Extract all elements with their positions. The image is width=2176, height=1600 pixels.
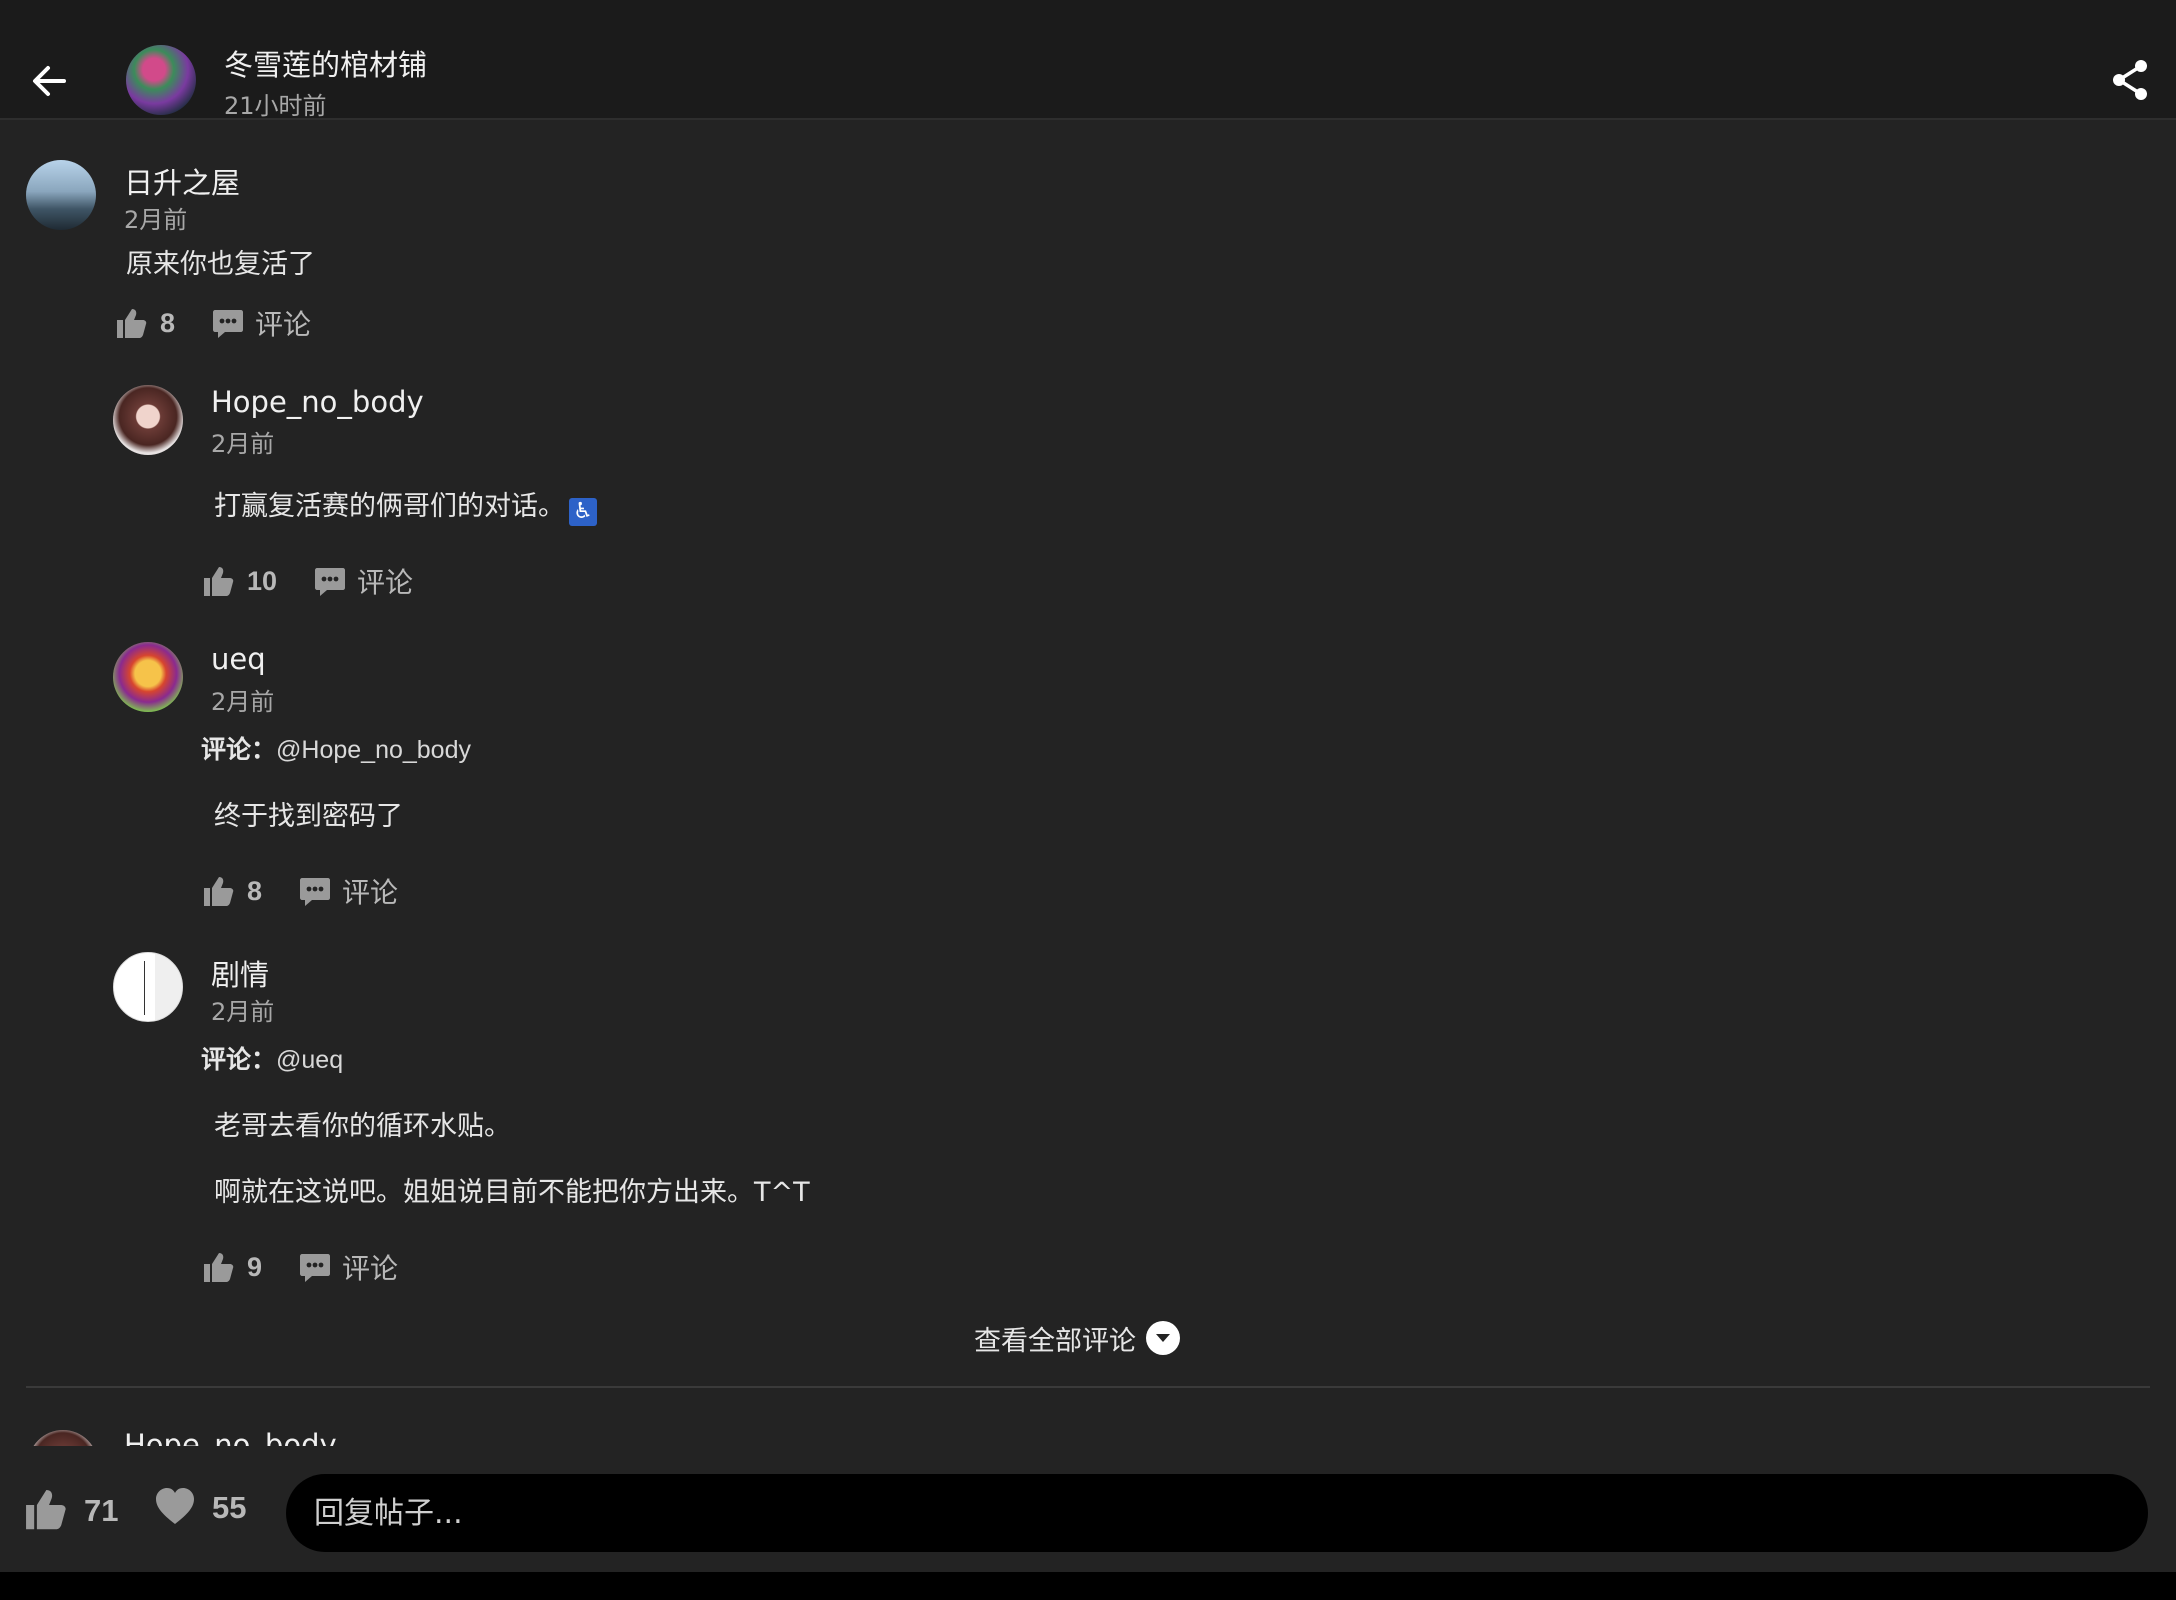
comment-bubble-icon — [313, 564, 347, 598]
reply-text: 打赢复活赛的俩哥们的对话。 ♿ — [214, 484, 597, 526]
post-author-name[interactable]: 冬雪莲的棺材铺 — [224, 42, 427, 84]
bottom-action-bar: 71 55 — [0, 1446, 2176, 1572]
like-count: 9 — [247, 1251, 263, 1282]
commenter-avatar[interactable] — [26, 160, 96, 230]
comment-label: 评论 — [342, 876, 399, 909]
reply-time: 2月前 — [211, 688, 275, 716]
like-button[interactable]: 8 — [114, 306, 175, 340]
reply-target-link[interactable]: @Hope_no_body — [276, 736, 471, 764]
comment-label: 评论 — [357, 566, 414, 599]
view-all-label: 查看全部评论 — [974, 1325, 1136, 1357]
reply-author[interactable]: Hope_no_body — [211, 385, 424, 419]
share-icon[interactable] — [2110, 58, 2150, 102]
reply-actions: 9 评论 — [201, 1244, 398, 1290]
reply-text-line-1: 老哥去看你的循环水贴。 — [214, 1111, 511, 1142]
comment-divider — [26, 1386, 2150, 1388]
top-app-bar: 冬雪莲的棺材铺 21小时前 — [0, 0, 2176, 120]
heart-icon — [154, 1486, 196, 1530]
comment-bubble-icon — [298, 1250, 332, 1284]
reply-time: 2月前 — [211, 430, 275, 458]
view-all-comments-button[interactable]: 查看全部评论 — [974, 1318, 1180, 1358]
reply-target-link[interactable]: @ueq — [276, 1046, 343, 1074]
comment-text: 原来你也复活了 — [126, 249, 315, 280]
like-button[interactable]: 8 — [201, 874, 262, 908]
next-comment-author[interactable]: Hope_no_body — [124, 1428, 337, 1446]
reply-to-line: 评论：@ueq — [201, 1040, 343, 1076]
reply-time: 2月前 — [211, 998, 275, 1026]
post-like-button[interactable]: 71 — [22, 1486, 118, 1536]
reply-avatar[interactable] — [113, 385, 183, 455]
comment-bubble-icon — [298, 874, 332, 908]
reply-author[interactable]: ueq — [211, 642, 266, 676]
like-count: 8 — [160, 307, 176, 338]
thumbs-up-icon — [114, 306, 148, 340]
reply-text-line-2: 啊就在这说吧。姐姐说目前不能把你方出来。T^T — [214, 1177, 810, 1208]
reply-author[interactable]: 剧情 — [211, 952, 269, 994]
reply-text-body: 打赢复活赛的俩哥们的对话。 — [214, 491, 565, 522]
comment-author[interactable]: 日升之屋 — [124, 160, 240, 202]
comment-actions: 8 评论 — [114, 300, 311, 346]
chevron-down-icon — [1146, 1321, 1180, 1355]
thumbs-up-icon — [201, 1250, 235, 1284]
thumbs-up-icon — [22, 1486, 68, 1536]
thumbs-up-icon — [201, 564, 235, 598]
reply-actions: 8 评论 — [201, 868, 398, 914]
comment-bubble-icon — [211, 306, 245, 340]
post-favorite-count: 55 — [212, 1490, 247, 1525]
comment-button[interactable]: 评论 — [298, 871, 398, 911]
comment-button[interactable]: 评论 — [298, 1247, 398, 1287]
reply-to-line: 评论：@Hope_no_body — [201, 730, 471, 766]
reply-prefix: 评论： — [201, 1045, 277, 1074]
reply-text: 终于找到密码了 — [214, 801, 403, 832]
like-count: 8 — [247, 875, 263, 906]
post-like-count: 71 — [84, 1493, 119, 1528]
reply-prefix: 评论： — [201, 735, 277, 764]
next-commenter-avatar[interactable] — [28, 1430, 98, 1446]
reply-avatar[interactable] — [113, 952, 183, 1022]
reply-post-input[interactable] — [286, 1474, 2148, 1552]
like-button[interactable]: 10 — [201, 564, 277, 598]
next-comment-preview: Hope_no_body — [0, 1418, 2176, 1446]
comment-time: 2月前 — [124, 206, 188, 234]
reply-avatar[interactable] — [113, 642, 183, 712]
comment-label: 评论 — [255, 308, 312, 341]
post-author-avatar[interactable] — [126, 45, 196, 115]
like-count: 10 — [247, 565, 278, 596]
reply-actions: 10 评论 — [201, 558, 413, 604]
back-arrow-icon[interactable] — [28, 60, 70, 102]
post-time: 21小时前 — [224, 92, 327, 120]
comment-label: 评论 — [342, 1252, 399, 1285]
comment-button[interactable]: 评论 — [211, 303, 311, 343]
post-favorite-button[interactable]: 55 — [154, 1486, 246, 1530]
wheelchair-emoji: ♿ — [569, 498, 597, 526]
thumbs-up-icon — [201, 874, 235, 908]
comment-button[interactable]: 评论 — [313, 561, 413, 601]
like-button[interactable]: 9 — [201, 1250, 262, 1284]
system-nav-strip — [0, 1572, 2176, 1600]
